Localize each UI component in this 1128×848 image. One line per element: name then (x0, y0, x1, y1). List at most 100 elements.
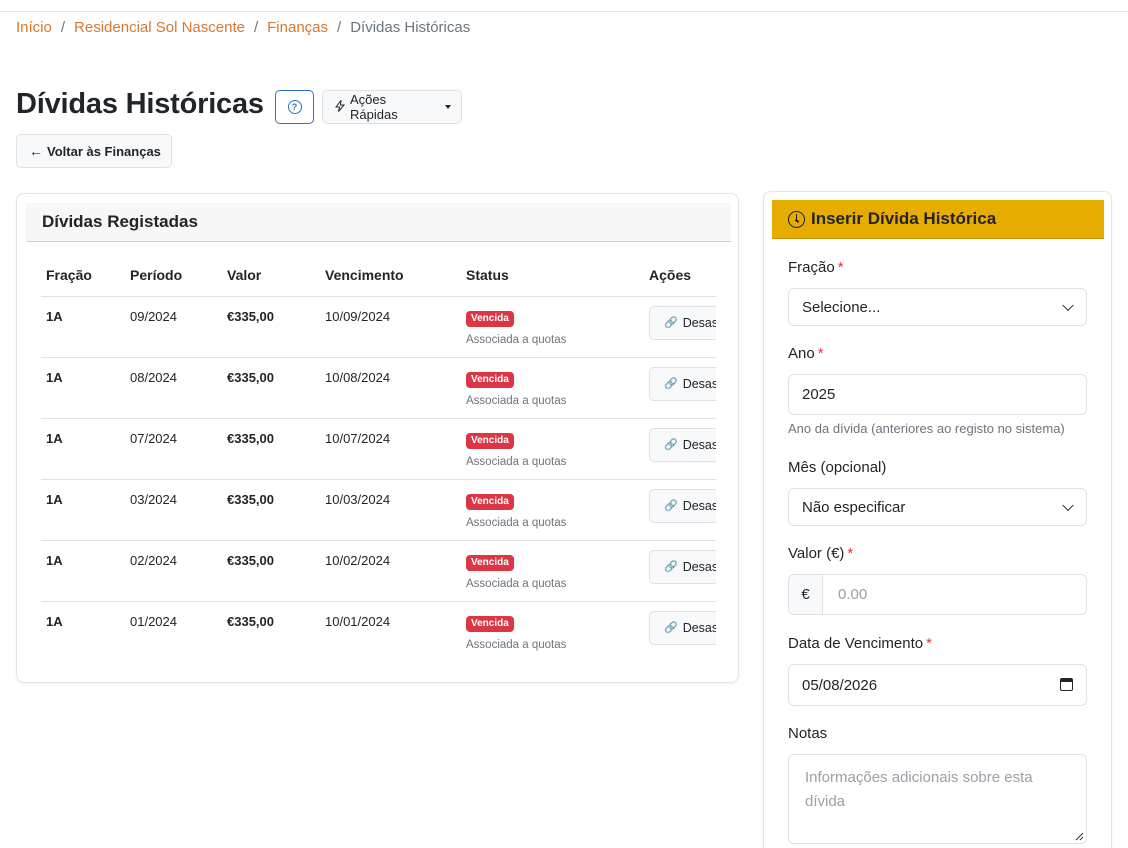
arrow-left-icon: ← (29, 143, 43, 159)
breadcrumb-separator: / (337, 19, 342, 36)
unlink-button[interactable]: 🔗 Desassociar (649, 366, 716, 401)
back-button-label: Voltar às Finanças (47, 143, 161, 159)
mes-label: Mês (opcional) (788, 459, 887, 476)
vencimento-label: Data de Vencimento * (788, 635, 932, 652)
cell-valor: €335,00 (222, 601, 320, 660)
cell-status: Vencida Associada a quotas (461, 296, 644, 358)
status-note: Associada a quotas (466, 394, 567, 407)
cell-acoes: 🔗 Desassociar (644, 479, 716, 541)
column-header-fracao: Fração (41, 254, 125, 297)
column-header-vencimento: Vencimento (320, 254, 461, 297)
cell-periodo: 03/2024 (125, 479, 222, 541)
debts-table-scroll[interactable]: Fração Período Valor Vencimento Status A… (41, 254, 716, 660)
breadcrumb-separator: / (60, 19, 66, 36)
back-to-finances-button[interactable]: ← Voltar às Finanças (16, 134, 172, 168)
cell-fracao: 1A (41, 601, 125, 660)
table-row: 1A 03/2024 €335,00 10/03/2024 Vencida As… (41, 479, 716, 541)
ano-label-text: Ano (788, 345, 815, 362)
link-icon: 🔗 (664, 622, 678, 634)
cell-acoes: 🔗 Desassociar (644, 296, 716, 358)
cell-status: Vencida Associada a quotas (461, 418, 644, 480)
table-row: 1A 07/2024 €335,00 10/07/2024 Vencida As… (41, 418, 716, 480)
link-icon: 🔗 (664, 378, 678, 390)
cell-periodo: 07/2024 (125, 418, 222, 480)
breadcrumb-home[interactable]: Início (16, 19, 52, 36)
cell-vencimento: 10/09/2024 (320, 296, 461, 358)
link-icon: 🔗 (664, 439, 678, 451)
mes-select[interactable]: Não especificar (788, 488, 1087, 526)
ano-label: Ano * (788, 345, 824, 362)
ano-input[interactable]: 2025 (788, 374, 1087, 415)
status-badge: Vencida (466, 310, 514, 327)
unlink-button-label: Desassociar (682, 620, 716, 635)
registered-debts-title: Dívidas Registadas (26, 203, 731, 242)
euro-prefix: € (788, 574, 822, 615)
unlink-button-label: Desassociar (682, 376, 716, 391)
status-badge: Vencida (466, 615, 514, 632)
status-badge: Vencida (466, 493, 514, 510)
status-note: Associada a quotas (466, 333, 567, 346)
notas-textarea[interactable]: Informações adicionais sobre esta dívida (788, 754, 1087, 844)
breadcrumb-finances[interactable]: Finanças (267, 19, 328, 36)
required-mark: * (926, 635, 932, 652)
unlink-button-label: Desassociar (682, 498, 716, 513)
calendar-icon[interactable] (1060, 678, 1073, 691)
breadcrumb-separator: / (253, 19, 259, 36)
valor-label: Valor (€) * (788, 545, 853, 562)
cell-periodo: 08/2024 (125, 357, 222, 419)
cell-periodo: 01/2024 (125, 601, 222, 660)
link-icon: 🔗 (664, 561, 678, 573)
cell-fracao: 1A (41, 296, 125, 358)
unlink-button[interactable]: 🔗 Desassociar (649, 305, 716, 340)
cell-vencimento: 10/07/2024 (320, 418, 461, 480)
unlink-button[interactable]: 🔗 Desassociar (649, 427, 716, 462)
fracao-select[interactable]: Selecione... (788, 288, 1087, 326)
page-title: Dívidas Históricas (16, 88, 264, 120)
clock-icon (788, 210, 805, 228)
top-bar (0, 0, 1128, 12)
fracao-select-value: Selecione... (802, 298, 881, 316)
cell-fracao: 1A (41, 357, 125, 419)
status-note: Associada a quotas (466, 516, 567, 529)
valor-input[interactable]: 0.00 (822, 574, 1087, 615)
notas-placeholder: Informações adicionais sobre esta dívida (805, 769, 1033, 810)
table-row: 1A 09/2024 €335,00 10/09/2024 Vencida As… (41, 296, 716, 358)
unlink-button[interactable]: 🔗 Desassociar (649, 549, 716, 584)
cell-valor: €335,00 (222, 296, 320, 358)
lightning-icon (334, 98, 346, 115)
breadcrumb-current: Dívidas Históricas (350, 19, 471, 36)
cell-acoes: 🔗 Desassociar (644, 540, 716, 602)
table-row: 1A 01/2024 €335,00 10/01/2024 Vencida As… (41, 601, 716, 660)
required-mark: * (837, 259, 844, 276)
mes-select-value: Não especificar (802, 498, 906, 516)
cell-fracao: 1A (41, 540, 125, 602)
valor-input-group: € 0.00 (788, 574, 1087, 615)
status-note: Associada a quotas (466, 638, 567, 651)
cell-acoes: 🔗 Desassociar (644, 601, 716, 660)
unlink-button-label: Desassociar (682, 437, 716, 452)
cell-valor: €335,00 (222, 540, 320, 602)
required-mark: * (847, 545, 854, 562)
status-note: Associada a quotas (466, 455, 567, 468)
cell-vencimento: 10/01/2024 (320, 601, 461, 660)
cell-status: Vencida Associada a quotas (461, 479, 644, 541)
help-button[interactable]: ? (275, 90, 314, 124)
vencimento-value: 05/08/2026 (802, 676, 878, 694)
cell-status: Vencida Associada a quotas (461, 357, 644, 419)
unlink-button-label: Desassociar (682, 315, 716, 330)
status-badge: Vencida (466, 554, 514, 571)
quick-actions-button[interactable]: Ações Rápidas (322, 90, 462, 124)
cell-fracao: 1A (41, 418, 125, 480)
vencimento-date-input[interactable]: 05/08/2026 (788, 664, 1087, 706)
ano-help-text: Ano da dívida (anteriores ao registo no … (788, 421, 1065, 436)
resize-grip-icon[interactable] (1072, 829, 1084, 841)
table-row: 1A 08/2024 €335,00 10/08/2024 Vencida As… (41, 357, 716, 419)
link-icon: 🔗 (664, 317, 678, 329)
chevron-down-icon (1062, 499, 1074, 512)
insert-debt-header: Inserir Dívida Histórica (772, 200, 1104, 239)
cell-valor: €335,00 (222, 418, 320, 480)
unlink-button[interactable]: 🔗 Desassociar (649, 610, 716, 645)
cell-fracao: 1A (41, 479, 125, 541)
unlink-button[interactable]: 🔗 Desassociar (649, 488, 716, 523)
breadcrumb-condominium[interactable]: Residencial Sol Nascente (74, 19, 245, 36)
